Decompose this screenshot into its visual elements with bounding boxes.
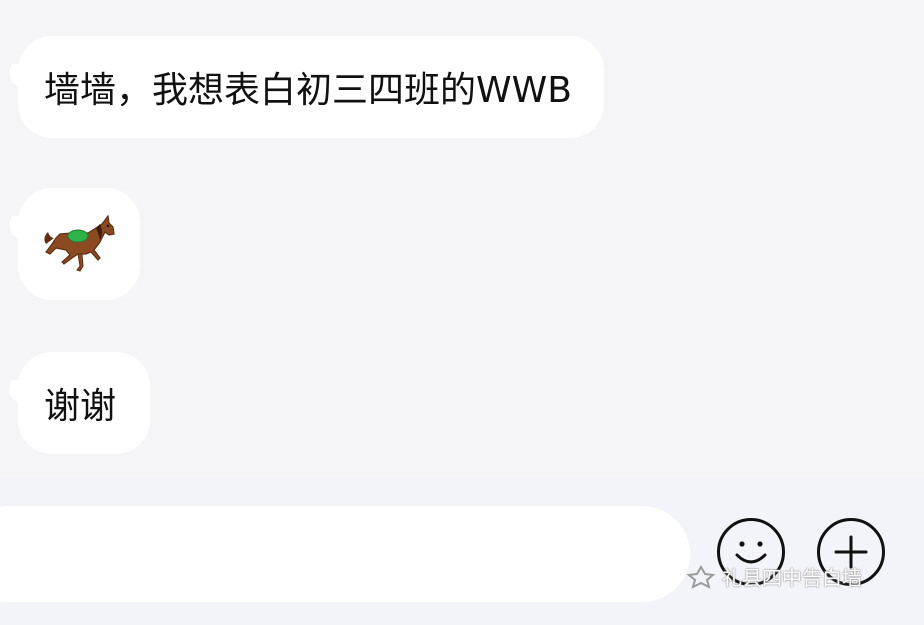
watermark-text: 礼县四中告白墙: [722, 566, 862, 590]
message-list: 墙墙，我想表白初三四班的WWB 谢谢: [0, 0, 924, 478]
message-bubble[interactable]: 墙墙，我想表白初三四班的WWB: [3, 36, 604, 138]
input-bar: 礼县四中告白墙: [0, 478, 924, 625]
message-bubble[interactable]: 谢谢: [3, 352, 151, 454]
watermark-logo-icon: [686, 564, 716, 589]
watermark: 礼县四中告白墙: [686, 562, 862, 591]
horse-icon: [44, 214, 115, 272]
message-input[interactable]: [0, 506, 690, 602]
sticker-bubble[interactable]: [3, 188, 140, 300]
bubble-tail: [3, 216, 35, 238]
bubble-tail: [3, 380, 35, 402]
message-text: 谢谢: [44, 386, 117, 427]
message-text: 墙墙，我想表白初三四班的WWB: [44, 70, 572, 111]
bubble-tail: [3, 64, 35, 86]
